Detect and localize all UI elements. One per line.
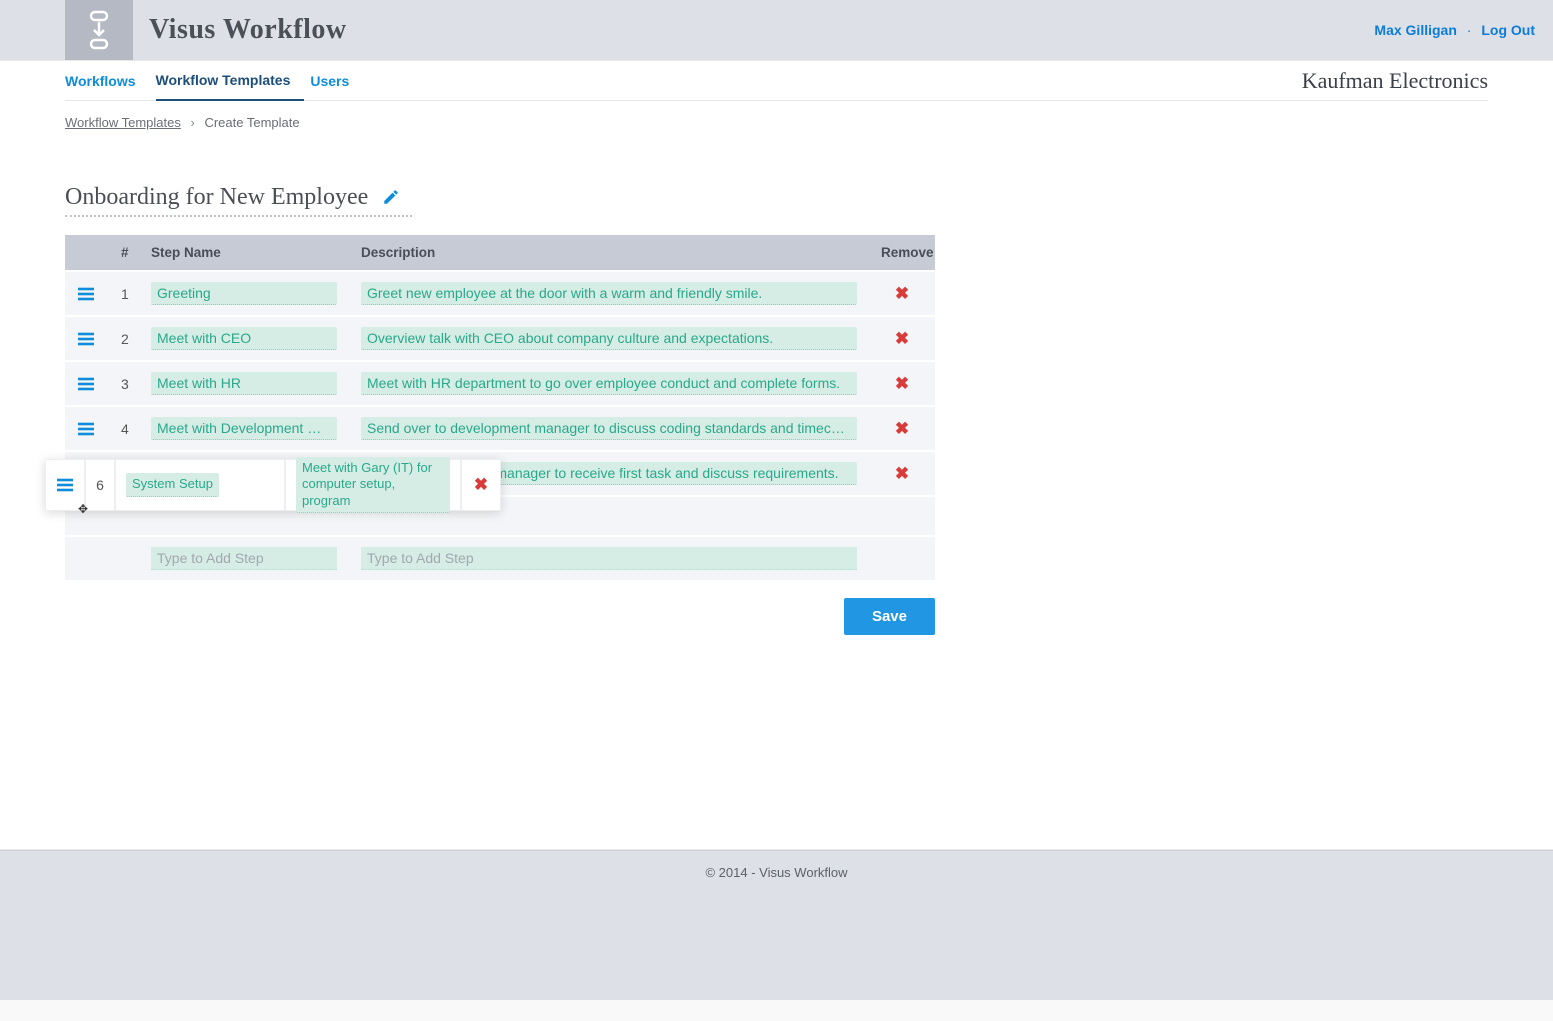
remove-step-icon[interactable]: ✖ — [474, 475, 488, 495]
remove-step-icon[interactable]: ✖ — [895, 374, 909, 393]
logout-link[interactable]: Log Out — [1481, 22, 1535, 38]
template-title[interactable]: Onboarding for New Employee — [65, 184, 412, 217]
remove-step-icon[interactable]: ✖ — [895, 284, 909, 303]
step-desc-input[interactable]: Greet new employee at the door with a wa… — [361, 282, 857, 305]
app-logo — [65, 0, 133, 60]
user-name-link[interactable]: Max Gilligan — [1374, 22, 1456, 38]
drag-handle-icon[interactable] — [77, 422, 97, 436]
dragging-step-row[interactable]: ✥ 6 System Setup Meet with Gary (IT) for… — [45, 459, 501, 511]
table-row: 1 Greeting Greet new employee at the door … — [65, 271, 935, 316]
step-name-input[interactable]: Greeting — [151, 282, 337, 305]
table-row: 2 Meet with CEO Overview talk with CEO abo… — [65, 316, 935, 361]
step-name-input[interactable]: Meet with HR — [151, 372, 337, 395]
dragging-step-number: 6 — [85, 459, 115, 511]
dragging-step-desc[interactable]: Meet with Gary (IT) for computer setup, … — [296, 457, 450, 513]
add-step-row: Type to Add Step Type to Add Step — [65, 536, 935, 580]
move-cursor-icon: ✥ — [78, 502, 88, 516]
table-row: 3 Meet with HR Meet with HR department to … — [65, 361, 935, 406]
add-step-name-input[interactable]: Type to Add Step — [151, 547, 337, 570]
footer: © 2014 - Visus Workflow — [0, 850, 1553, 1000]
drag-handle-icon[interactable]: ✥ — [45, 459, 85, 511]
app-title: Visus Workflow — [149, 14, 347, 46]
col-header-number: # — [109, 235, 139, 271]
chevron-right-icon: › — [190, 115, 194, 130]
breadcrumb-parent[interactable]: Workflow Templates — [65, 115, 181, 130]
add-step-desc-input[interactable]: Type to Add Step — [361, 547, 857, 570]
step-name-input[interactable]: Meet with Development Manager — [151, 417, 337, 440]
tab-users[interactable]: Users — [310, 61, 363, 101]
step-name-input[interactable]: Meet with CEO — [151, 327, 337, 350]
step-number: 3 — [109, 361, 139, 406]
remove-step-icon[interactable]: ✖ — [895, 329, 909, 348]
step-number: 1 — [109, 271, 139, 316]
template-title-row: Onboarding for New Employee — [65, 184, 1488, 217]
nav-tabs: Workflows Workflow Templates Users Kaufm… — [65, 61, 1488, 101]
drag-handle-icon[interactable] — [77, 377, 97, 391]
remove-step-icon[interactable]: ✖ — [895, 419, 909, 438]
separator: · — [1467, 22, 1472, 38]
tab-workflows[interactable]: Workflows — [65, 61, 150, 101]
drag-handle-icon[interactable] — [77, 287, 97, 301]
dragging-step-name[interactable]: System Setup — [126, 473, 219, 496]
tab-workflow-templates[interactable]: Workflow Templates — [156, 61, 305, 101]
page-content: Workflows Workflow Templates Users Kaufm… — [0, 60, 1553, 850]
step-desc-input[interactable]: Overview talk with CEO about company cul… — [361, 327, 857, 350]
col-header-drag — [65, 235, 109, 271]
edit-title-icon[interactable] — [382, 188, 400, 206]
step-desc-input[interactable]: Send over to development manager to disc… — [361, 417, 857, 440]
save-button[interactable]: Save — [844, 598, 935, 635]
col-header-remove: Remove — [869, 235, 935, 271]
step-desc-input[interactable]: Meet with HR department to go over emplo… — [361, 372, 857, 395]
breadcrumb: Workflow Templates › Create Template — [65, 115, 1488, 130]
drag-handle-icon[interactable] — [77, 332, 97, 346]
organization-name: Kaufman Electronics — [1302, 68, 1488, 94]
remove-step-icon[interactable]: ✖ — [895, 464, 909, 483]
workflow-logo-icon — [83, 10, 115, 50]
col-header-description: Description — [349, 235, 869, 271]
topbar: Visus Workflow Max Gilligan · Log Out — [0, 0, 1553, 60]
step-number: 2 — [109, 316, 139, 361]
col-header-step-name: Step Name — [139, 235, 349, 271]
header-user-area: Max Gilligan · Log Out — [1374, 22, 1535, 38]
footer-copyright: © 2014 - Visus Workflow — [705, 865, 847, 880]
table-row: 4 Meet with Development Manager Send over … — [65, 406, 935, 451]
steps-table: # Step Name Description Remove 1 Greeting… — [65, 235, 935, 580]
breadcrumb-current: Create Template — [204, 115, 299, 130]
step-number: 4 — [109, 406, 139, 451]
